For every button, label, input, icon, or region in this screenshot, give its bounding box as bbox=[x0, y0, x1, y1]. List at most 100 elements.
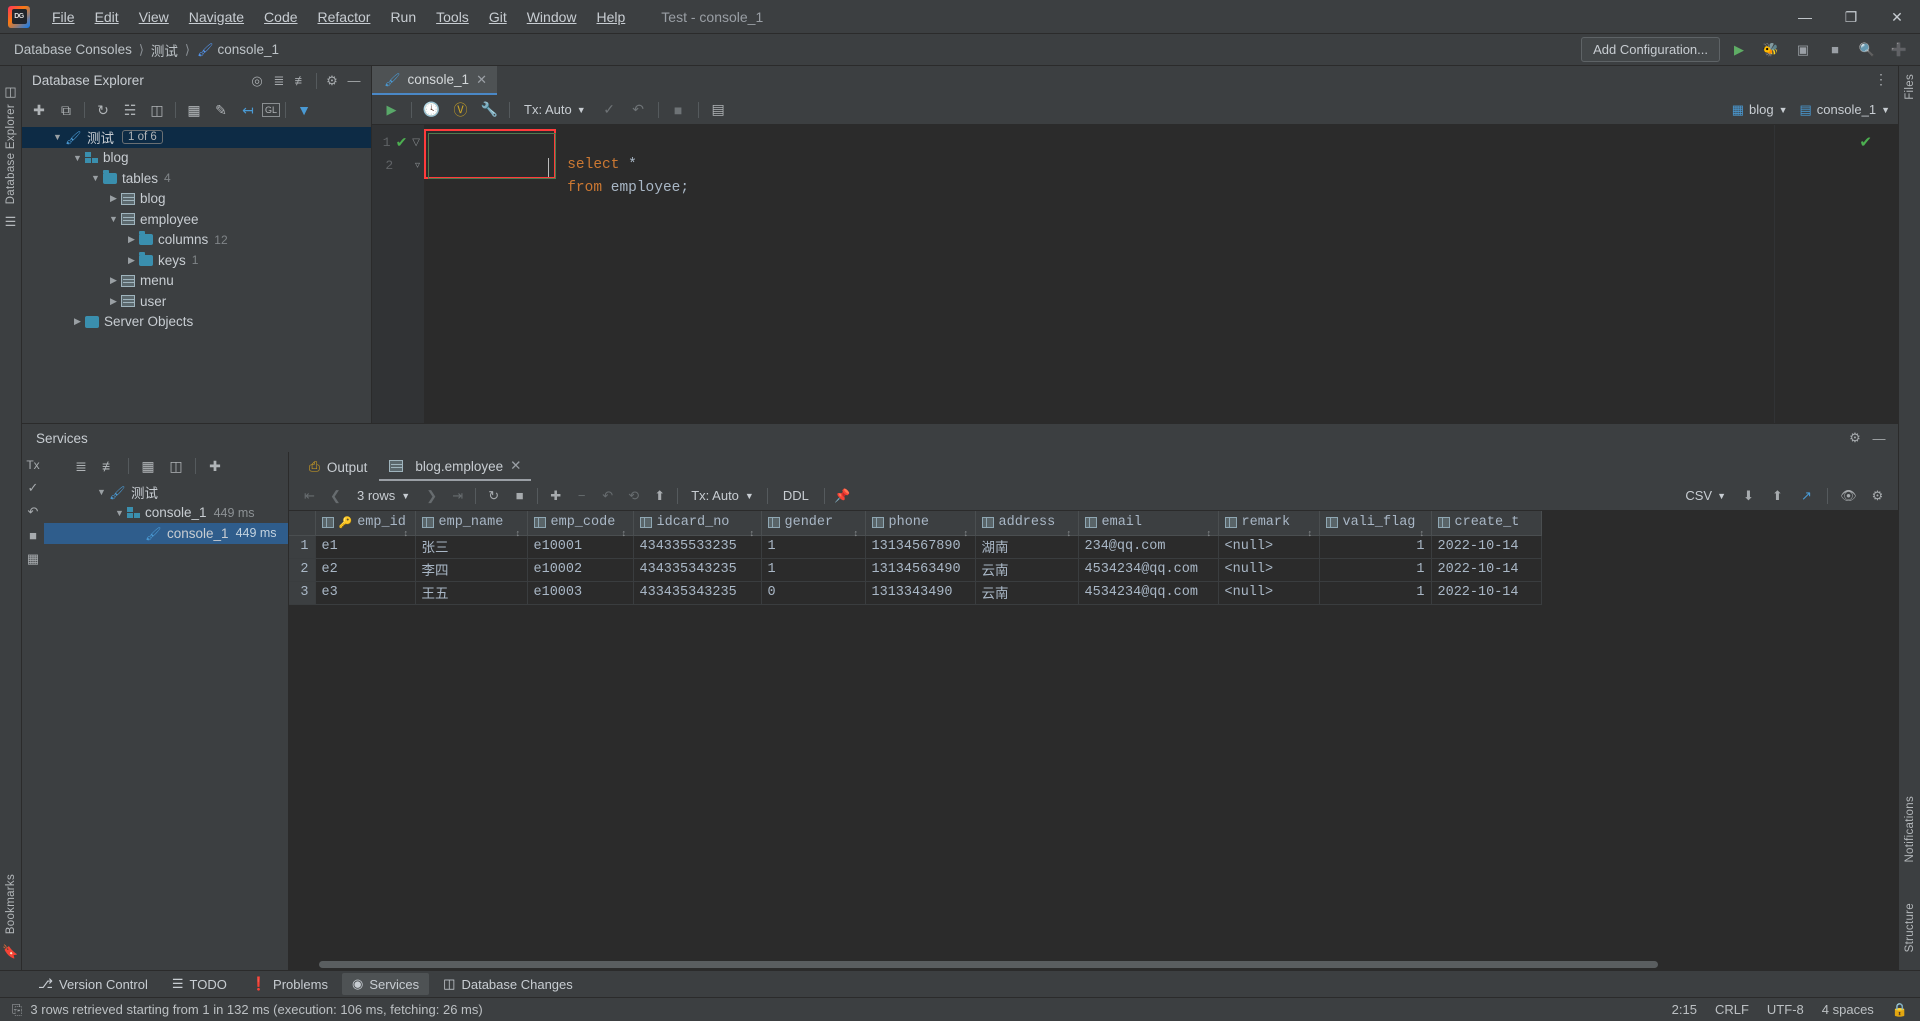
hide-icon[interactable]: — bbox=[343, 70, 365, 92]
menu-help[interactable]: Help bbox=[587, 5, 636, 29]
tree-item-columns[interactable]: ▶ columns 12 bbox=[22, 230, 371, 251]
gl-icon[interactable]: GL bbox=[262, 103, 280, 117]
wrench-icon[interactable]: 🔧 bbox=[476, 98, 503, 122]
result-tab-blog-employee[interactable]: blog.employee ✕ bbox=[379, 453, 532, 481]
menu-tools[interactable]: Tools bbox=[426, 5, 479, 29]
sort-icon[interactable]: ↕ bbox=[1206, 530, 1211, 539]
sort-icon[interactable]: ↕ bbox=[1066, 530, 1071, 539]
tree-item-table-blog[interactable]: ▶ blog bbox=[22, 189, 371, 210]
menu-run[interactable]: Run bbox=[380, 5, 426, 29]
tree-item-tables[interactable]: ▼ tables 4 bbox=[22, 168, 371, 189]
chevron-down-icon[interactable]: ▼ bbox=[112, 508, 127, 518]
column-header-emp-name[interactable]: emp_name ↕ bbox=[415, 511, 528, 539]
layout-icon[interactable]: ▦ bbox=[27, 551, 39, 567]
reload-icon[interactable]: ↻ bbox=[481, 484, 506, 508]
table-row[interactable]: 3 e3 王五 e10003 433435343235 0 1313343490… bbox=[289, 581, 1542, 605]
rollback-icon[interactable]: ↶ bbox=[28, 504, 39, 520]
result-grid[interactable]: 🔑 emp_id ↕ emp_name ↕ emp_code ↕ idcard_no ↕ … bbox=[289, 511, 1898, 970]
revert-selected-icon[interactable]: ⟲ bbox=[621, 484, 646, 508]
tool-window-version-control[interactable]: ⎇ Version Control bbox=[28, 973, 158, 995]
database-explorer-stripe-icon[interactable]: ◫ bbox=[4, 84, 16, 100]
last-page-icon[interactable]: ⇥ bbox=[445, 484, 470, 508]
pin-tab-icon[interactable]: 📌 bbox=[830, 484, 855, 508]
refresh-icon[interactable]: ↻ bbox=[90, 98, 116, 122]
column-header-create-t[interactable]: create_t bbox=[1431, 511, 1542, 536]
export-icon[interactable]: ⬇ bbox=[1736, 484, 1761, 508]
cell-emp-code[interactable]: e10002 bbox=[527, 558, 634, 582]
cell-idcard-no[interactable]: 434335533235 bbox=[633, 535, 762, 559]
table-row[interactable]: 1 e1 张三 e10001 434335533235 1 1313456789… bbox=[289, 535, 1542, 559]
tree-item-server-objects[interactable]: ▶ Server Objects bbox=[22, 312, 371, 333]
services-tree-item-session[interactable]: ▼ console_1 449 ms bbox=[44, 503, 288, 524]
caret-position[interactable]: 2:15 bbox=[1672, 1002, 1697, 1017]
next-page-icon[interactable]: ❯ bbox=[419, 484, 444, 508]
menu-git[interactable]: Git bbox=[479, 5, 517, 29]
copy-icon[interactable]: ⧉ bbox=[53, 98, 79, 122]
cell-emp-name[interactable]: 李四 bbox=[415, 558, 528, 582]
cell-phone[interactable]: 13134567890 bbox=[865, 535, 976, 559]
revert-icon[interactable]: ↶ bbox=[595, 484, 620, 508]
close-button[interactable]: ✕ bbox=[1874, 0, 1920, 34]
cell-email[interactable]: 4534234@qq.com bbox=[1078, 558, 1219, 582]
sort-icon[interactable]: ↕ bbox=[1419, 530, 1424, 539]
menu-edit[interactable]: Edit bbox=[85, 5, 129, 29]
column-header-phone[interactable]: phone ↕ bbox=[865, 511, 976, 539]
run-icon[interactable]: ▶ bbox=[1726, 38, 1752, 62]
cell-create-t[interactable]: 2022-10-14 bbox=[1431, 558, 1542, 582]
submit-icon[interactable]: ⬆ bbox=[647, 484, 672, 508]
stop-icon[interactable]: ■ bbox=[29, 528, 37, 543]
cell-phone[interactable]: 1313343490 bbox=[865, 581, 976, 605]
add-row-icon[interactable]: ✚ bbox=[543, 484, 568, 508]
cell-address[interactable]: 湖南 bbox=[975, 535, 1079, 559]
column-header-email[interactable]: email ↕ bbox=[1078, 511, 1219, 539]
settings-icon[interactable]: ⚙ bbox=[1844, 427, 1866, 449]
sort-icon[interactable]: ↕ bbox=[963, 530, 968, 539]
parameters-icon[interactable]: Ⓥ bbox=[447, 98, 474, 122]
locate-icon[interactable]: ◎ bbox=[246, 70, 268, 92]
stop-icon[interactable]: ■ bbox=[1822, 38, 1848, 62]
tree-item-keys[interactable]: ▶ keys 1 bbox=[22, 250, 371, 271]
menu-code[interactable]: Code bbox=[254, 5, 307, 29]
result-transaction-selector[interactable]: Tx: Auto ▼ bbox=[683, 488, 762, 503]
fold-icon[interactable]: ▿ bbox=[415, 160, 420, 171]
menu-refactor[interactable]: Refactor bbox=[308, 5, 381, 29]
column-header-emp-code[interactable]: emp_code ↕ bbox=[527, 511, 634, 539]
cell-create-t[interactable]: 2022-10-14 bbox=[1431, 581, 1542, 605]
search-icon[interactable]: 🔍 bbox=[1854, 38, 1880, 62]
horizontal-scrollbar[interactable] bbox=[319, 961, 1658, 968]
cell-idcard-no[interactable]: 434335343235 bbox=[633, 558, 762, 582]
cell-emp-id[interactable]: e3 bbox=[315, 581, 416, 605]
table-row[interactable]: 2 e2 李四 e10002 434335343235 1 1313456349… bbox=[289, 558, 1542, 582]
column-header-remark[interactable]: remark ↕ bbox=[1218, 511, 1320, 539]
sort-icon[interactable]: ↕ bbox=[621, 530, 626, 539]
cell-vali-flag[interactable]: 1 bbox=[1319, 535, 1432, 559]
tree-item-table-menu[interactable]: ▶ menu bbox=[22, 271, 371, 292]
cell-remark[interactable]: <null> bbox=[1218, 581, 1320, 605]
bookmark-icon[interactable]: 🔖 bbox=[2, 944, 18, 960]
export-format-selector[interactable]: CSV ▼ bbox=[1679, 488, 1732, 503]
debug-icon[interactable]: 🐝 bbox=[1758, 38, 1784, 62]
jump-to-icon[interactable]: ↤ bbox=[235, 98, 261, 122]
cell-vali-flag[interactable]: 1 bbox=[1319, 581, 1432, 605]
import-icon[interactable]: ⬆ bbox=[1765, 484, 1790, 508]
result-tab-output[interactable]: ⎙ Output bbox=[299, 453, 377, 481]
chevron-down-icon[interactable]: ▼ bbox=[70, 153, 85, 163]
prev-page-icon[interactable]: ❮ bbox=[323, 484, 348, 508]
ddl-button[interactable]: DDL bbox=[773, 488, 819, 503]
file-encoding[interactable]: UTF-8 bbox=[1767, 1002, 1804, 1017]
sort-icon[interactable]: ↕ bbox=[515, 530, 520, 539]
cell-emp-name[interactable]: 张三 bbox=[415, 535, 528, 559]
chevron-right-icon[interactable]: ▶ bbox=[106, 193, 121, 204]
transaction-mode-selector[interactable]: Tx: Auto ▼ bbox=[516, 102, 594, 117]
column-header-idcard-no[interactable]: idcard_no ↕ bbox=[633, 511, 762, 539]
tx-icon[interactable]: Tx bbox=[26, 458, 39, 472]
code-area-container[interactable]: 1 ✔ ▽ 2 ✔ ▿ bbox=[372, 125, 1898, 423]
sort-icon[interactable]: ↕ bbox=[1307, 530, 1312, 539]
right-stripe-label-structure[interactable]: Structure bbox=[1904, 903, 1916, 952]
table-editor-icon[interactable]: ▦ bbox=[181, 98, 207, 122]
collapse-all-icon[interactable]: ≢ bbox=[290, 70, 312, 92]
sort-icon[interactable]: ↕ bbox=[749, 530, 754, 539]
cell-emp-code[interactable]: e10003 bbox=[527, 581, 634, 605]
collapse-icon[interactable]: ≢ bbox=[96, 454, 122, 478]
cell-address[interactable]: 云南 bbox=[975, 581, 1079, 605]
